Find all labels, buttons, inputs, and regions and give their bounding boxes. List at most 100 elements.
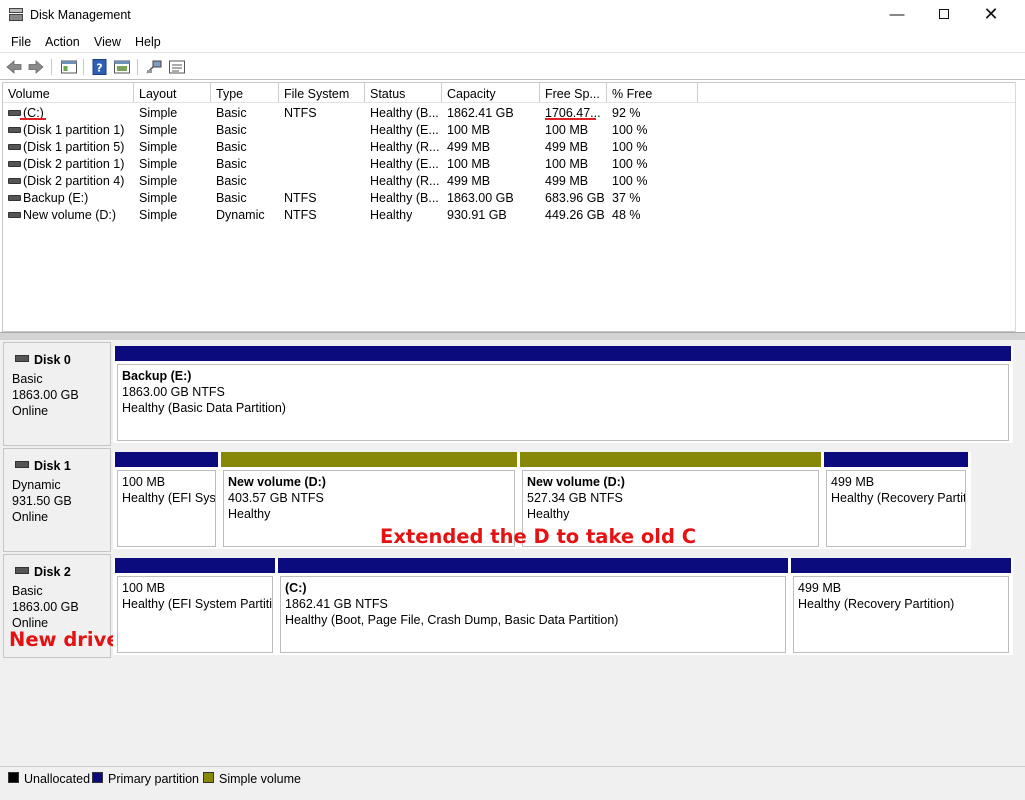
legend-label: Primary partition bbox=[108, 772, 199, 786]
minimize-button[interactable]: — bbox=[874, 0, 920, 31]
disk-icon bbox=[15, 461, 29, 468]
primary-partition-band bbox=[824, 452, 968, 467]
column-header-free-space[interactable]: Free Sp... bbox=[540, 83, 607, 103]
partition-backup-e[interactable]: Backup (E:) 1863.00 GB NTFS Healthy (Bas… bbox=[115, 346, 1011, 443]
help-icon[interactable]: ? bbox=[91, 58, 109, 76]
partition-disk1-efi[interactable]: 100 MB Healthy (EFI Syst bbox=[115, 452, 218, 549]
volume-cell: (Disk 2 partition 4) bbox=[23, 174, 125, 188]
volume-cell: Healthy (R... bbox=[370, 140, 440, 154]
primary-partition-band bbox=[115, 452, 218, 467]
disk-size: 931.50 GB bbox=[12, 494, 72, 508]
volume-cell: Simple bbox=[139, 191, 178, 205]
volume-cell: Basic bbox=[216, 140, 247, 154]
volume-row[interactable]: (Disk 2 partition 4) Simple Basic Healthy (… bbox=[3, 173, 703, 190]
partition-body: Backup (E:) 1863.00 GB NTFS Healthy (Bas… bbox=[117, 364, 1009, 441]
annotation-new-drive: New drive bbox=[9, 628, 120, 651]
disk-type: Basic bbox=[12, 372, 43, 386]
volume-cell: 100 % bbox=[612, 157, 648, 171]
menu-file[interactable]: File bbox=[11, 35, 31, 49]
volume-row[interactable]: New volume (D:) Simple Dynamic NTFS Healthy 9… bbox=[3, 207, 703, 224]
disk-1-info[interactable]: Disk 1 Dynamic 931.50 GB Online bbox=[3, 448, 111, 552]
volume-cell: Basic bbox=[216, 191, 247, 205]
disk-2-info[interactable]: Disk 2 Basic 1863.00 GB Online New drive bbox=[3, 554, 120, 658]
partition-body: 499 MB Healthy (Recovery Partition) bbox=[793, 576, 1009, 653]
partition-size: 527.34 GB NTFS bbox=[527, 491, 623, 505]
disk-type: Dynamic bbox=[12, 478, 61, 492]
volume-cell: Basic bbox=[216, 123, 247, 137]
volume-cell: Basic bbox=[216, 157, 247, 171]
volume-row[interactable]: (Disk 1 partition 5) Simple Basic Healthy (… bbox=[3, 139, 703, 156]
volume-cell: 499 MB bbox=[447, 140, 491, 154]
volume-cell: 930.91 GB bbox=[447, 208, 507, 222]
close-button[interactable]: ✕ bbox=[968, 0, 1014, 31]
volume-list-scrollbar[interactable] bbox=[1015, 82, 1025, 332]
partition-size: 1863.00 GB NTFS bbox=[122, 385, 225, 399]
column-header-file-system[interactable]: File System bbox=[279, 83, 365, 103]
annotation-underline-c bbox=[20, 118, 46, 120]
disk-0-info[interactable]: Disk 0 Basic 1863.00 GB Online bbox=[3, 342, 111, 446]
back-arrow-icon[interactable] bbox=[5, 58, 23, 76]
disk-type: Basic bbox=[12, 584, 43, 598]
volume-cell: Healthy (E... bbox=[370, 157, 439, 171]
volume-cell: Dynamic bbox=[216, 208, 265, 222]
volume-cell: Simple bbox=[139, 208, 178, 222]
partition-size: 100 MB bbox=[122, 581, 166, 595]
disk-state: Online bbox=[12, 510, 49, 524]
partition-body: 100 MB Healthy (EFI System Partitio bbox=[117, 576, 273, 653]
disk-size: 1863.00 GB bbox=[12, 388, 79, 402]
partition-status: Healthy bbox=[527, 507, 570, 521]
volume-drive-icon bbox=[8, 161, 21, 167]
connect-icon[interactable] bbox=[145, 58, 163, 76]
volume-drive-icon bbox=[8, 144, 21, 150]
maximize-button[interactable] bbox=[921, 0, 967, 31]
forward-arrow-icon[interactable] bbox=[27, 58, 45, 76]
column-header-percent-free[interactable]: % Free bbox=[607, 83, 698, 103]
title-bar: Disk Management — ✕ bbox=[0, 0, 1025, 31]
partition-status: Healthy bbox=[228, 507, 271, 521]
column-header-layout[interactable]: Layout bbox=[134, 83, 211, 103]
menu-view[interactable]: View bbox=[94, 35, 121, 49]
annotation-underline-free-space bbox=[545, 118, 596, 120]
volume-cell: Healthy (B... bbox=[370, 191, 439, 205]
properties-icon[interactable] bbox=[113, 58, 131, 76]
volume-cell: Simple bbox=[139, 140, 178, 154]
disk-name: Disk 2 bbox=[34, 565, 71, 579]
volume-row[interactable]: (Disk 1 partition 1) Simple Basic Healthy (… bbox=[3, 122, 703, 139]
partition-c[interactable]: (C:) 1862.41 GB NTFS Healthy (Boot, Page… bbox=[278, 558, 788, 655]
column-header-type[interactable]: Type bbox=[211, 83, 279, 103]
menu-action[interactable]: Action bbox=[45, 35, 80, 49]
column-header-volume[interactable]: Volume bbox=[3, 83, 134, 103]
disk-icon bbox=[15, 355, 29, 362]
list-view-icon[interactable] bbox=[168, 58, 186, 76]
volume-cell: Simple bbox=[139, 106, 178, 120]
volume-drive-icon bbox=[8, 110, 21, 116]
partition-disk2-recovery[interactable]: 499 MB Healthy (Recovery Partition) bbox=[791, 558, 1011, 655]
partition-name: New volume (D:) bbox=[228, 475, 326, 489]
partition-size: 1862.41 GB NTFS bbox=[285, 597, 388, 611]
column-header-capacity[interactable]: Capacity bbox=[442, 83, 540, 103]
disk-state: Online bbox=[12, 404, 49, 418]
primary-partition-band bbox=[115, 558, 275, 573]
menu-bar: File Action View Help bbox=[0, 31, 1025, 52]
volume-row[interactable]: Backup (E:) Simple Basic NTFS Healthy (B... 1… bbox=[3, 190, 703, 207]
volume-cell: 100 MB bbox=[545, 123, 589, 137]
toolbar: ? bbox=[0, 52, 1025, 80]
column-header-status[interactable]: Status bbox=[365, 83, 442, 103]
pane-splitter[interactable] bbox=[0, 332, 1025, 340]
volume-cell: (Disk 1 partition 5) bbox=[23, 140, 125, 154]
svg-text:?: ? bbox=[96, 62, 102, 75]
volume-cell: NTFS bbox=[284, 191, 317, 205]
volume-row[interactable]: (Disk 2 partition 1) Simple Basic Healthy (… bbox=[3, 156, 703, 173]
primary-partition-swatch bbox=[92, 772, 103, 783]
partition-body: 100 MB Healthy (EFI Syst bbox=[117, 470, 216, 547]
partition-disk1-recovery[interactable]: 499 MB Healthy (Recovery Partiti bbox=[824, 452, 968, 549]
volume-cell: 100 % bbox=[612, 140, 648, 154]
partition-status: Healthy (Boot, Page File, Crash Dump, Ba… bbox=[285, 613, 619, 627]
console-tree-icon[interactable] bbox=[60, 58, 78, 76]
menu-help[interactable]: Help bbox=[135, 35, 161, 49]
volume-row[interactable]: (C:) Simple Basic NTFS Healthy (B... 1862.41 … bbox=[3, 105, 703, 122]
disk-0-partitions: Backup (E:) 1863.00 GB NTFS Healthy (Bas… bbox=[113, 346, 1013, 443]
simple-volume-swatch bbox=[203, 772, 214, 783]
partition-disk2-efi[interactable]: 100 MB Healthy (EFI System Partitio bbox=[115, 558, 275, 655]
volume-cell: 100 MB bbox=[545, 157, 589, 171]
